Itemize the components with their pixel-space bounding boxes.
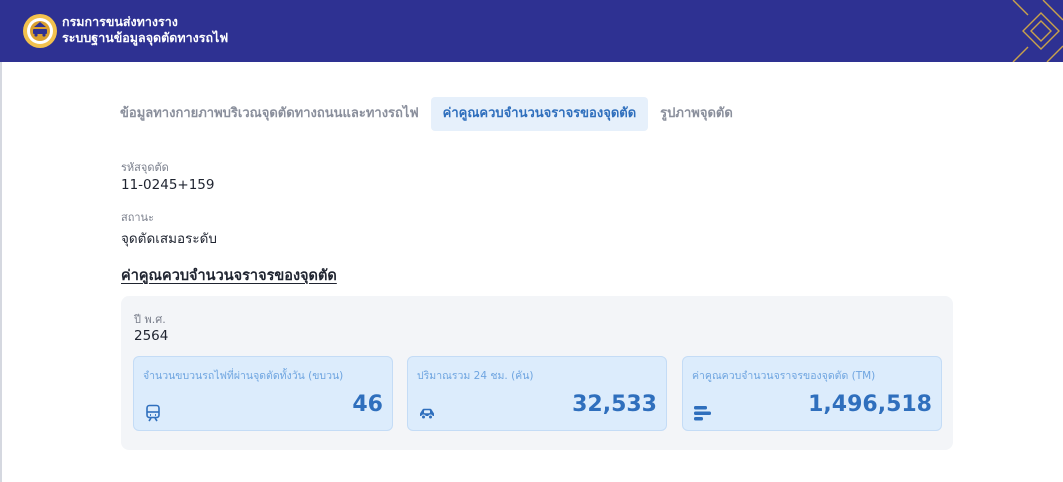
crossing-code-label: รหัสจุดตัด bbox=[121, 161, 169, 174]
year-value: 2564 bbox=[134, 328, 169, 344]
crossing-code-value: 11-0245+159 bbox=[121, 177, 215, 193]
bar-stack-icon bbox=[694, 406, 711, 421]
status-value: จุดตัดเสมอระดับ bbox=[121, 231, 217, 247]
tab-physical-info[interactable]: ข้อมูลทางกายภาพบริเวณจุดตัดทางถนนและทางร… bbox=[108, 97, 431, 131]
vehicle-volume-label: ปริมาณรวม 24 ชม. (คัน) bbox=[417, 370, 534, 382]
traffic-moment-panel: ปี พ.ศ. 2564 จำนวนขบวนรถไฟที่ผ่านจุดตัดท… bbox=[121, 296, 953, 450]
traffic-moment-card: ค่าคูณควบจำนวนจราจรของจุดตัด (TM) 1,496,… bbox=[682, 356, 942, 431]
car-icon bbox=[420, 408, 434, 420]
app-header: กรมการขนส่งทางราง ระบบฐานข้อมูลจุดตัดทาง… bbox=[0, 0, 1063, 62]
train-count-value: 46 bbox=[352, 392, 383, 417]
tab-crossing-photos[interactable]: รูปภาพจุดตัด bbox=[648, 97, 745, 131]
traffic-moment-label: ค่าคูณควบจำนวนจราจรของจุดตัด (TM) bbox=[692, 370, 876, 382]
header-title: กรมการขนส่งทางราง bbox=[62, 14, 178, 29]
section-title: ค่าคูณควบจำนวนจราจรของจุดตัด bbox=[121, 268, 337, 284]
traffic-moment-value: 1,496,518 bbox=[808, 392, 932, 417]
vehicle-volume-card: ปริมาณรวม 24 ชม. (คัน) 32,533 bbox=[407, 356, 667, 431]
year-label: ปี พ.ศ. bbox=[134, 313, 166, 326]
vehicle-volume-value: 32,533 bbox=[572, 392, 657, 417]
train-icon bbox=[146, 404, 160, 422]
tab-traffic-moment[interactable]: ค่าคูณควบจำนวนจราจรของจุดตัด bbox=[430, 97, 649, 131]
header-pattern-icon bbox=[1012, 0, 1063, 62]
header-subtitle: ระบบฐานข้อมูลจุดตัดทางรถไฟ bbox=[62, 30, 229, 45]
department-logo-icon[interactable] bbox=[22, 13, 58, 49]
status-label: สถานะ bbox=[121, 211, 154, 224]
train-count-label: จำนวนขบวนรถไฟที่ผ่านจุดตัดทั้งวัน (ขบวน) bbox=[143, 370, 344, 382]
tab-bar: ข้อมูลทางกายภาพบริเวณจุดตัดทางถนนและทางร… bbox=[108, 97, 745, 131]
train-count-card: จำนวนขบวนรถไฟที่ผ่านจุดตัดทั้งวัน (ขบวน)… bbox=[133, 356, 393, 431]
